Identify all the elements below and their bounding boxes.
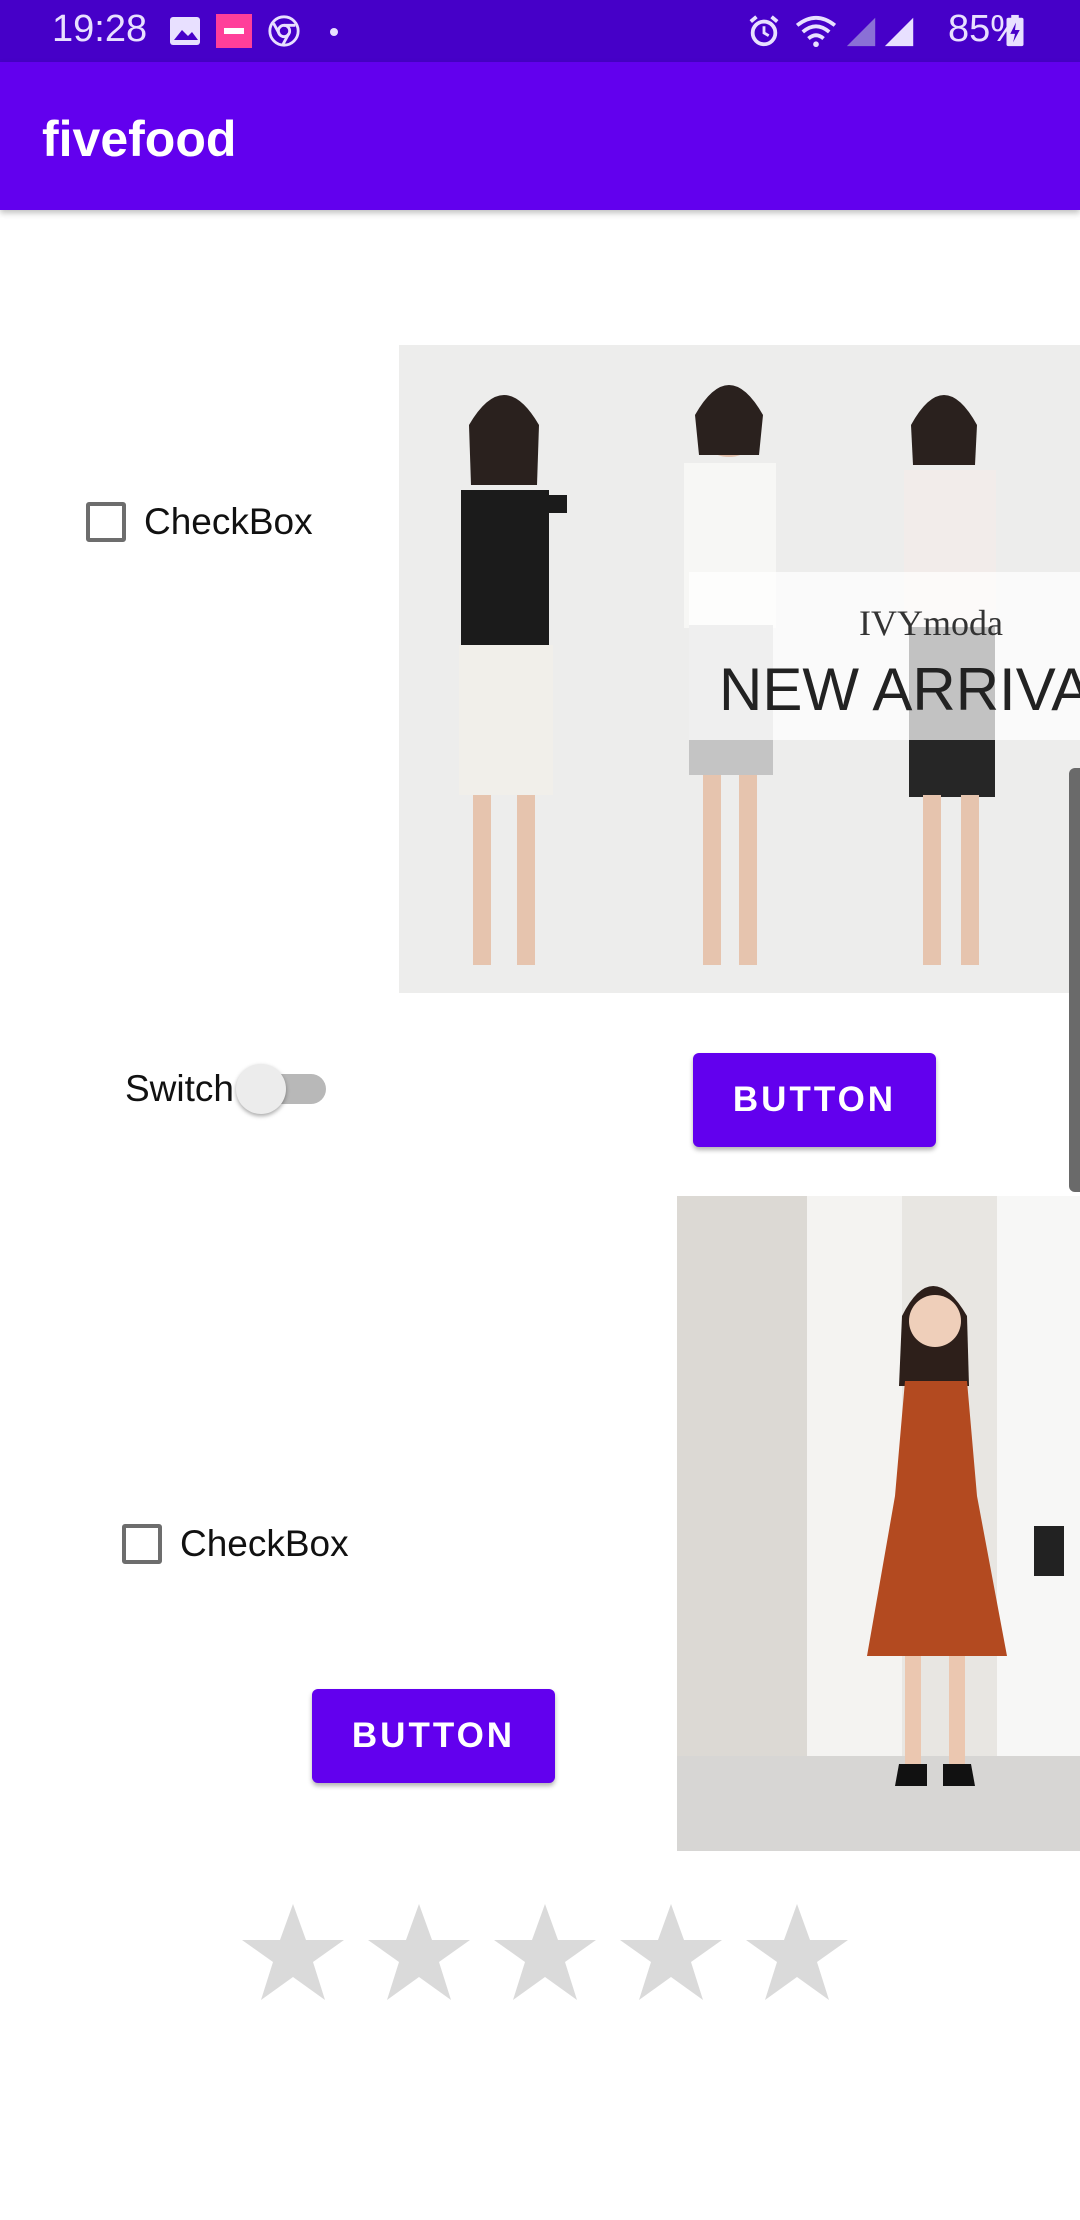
status-time: 19:28 [52, 8, 148, 50]
dot-icon [330, 28, 338, 36]
checkbox-label: CheckBox [144, 501, 313, 542]
banner-image: IVYmoda NEW ARRIVA [399, 345, 1080, 993]
checkbox-box[interactable] [122, 1524, 162, 1564]
chrome-icon [268, 15, 300, 47]
signal-icon [884, 17, 914, 47]
app-title: fivefood [42, 111, 237, 167]
star-icon[interactable] [734, 1898, 860, 2008]
app-notification-icon [216, 14, 252, 48]
wifi-icon [795, 15, 837, 48]
battery-charging-icon [1006, 14, 1024, 47]
banner-text: NEW ARRIVA [719, 656, 1080, 723]
star-icon[interactable] [608, 1898, 734, 2008]
app-bar: fivefood [0, 62, 1080, 210]
status-bar: 19:28 85% [0, 0, 1080, 62]
button-2[interactable]: BUTTON [312, 1689, 555, 1783]
switch-toggle[interactable]: Switch [125, 1064, 326, 1114]
image-icon [170, 17, 200, 45]
star-icon[interactable] [482, 1898, 608, 2008]
product-image [677, 1196, 1080, 1851]
star-icon[interactable] [230, 1898, 356, 2008]
star-icon[interactable] [356, 1898, 482, 2008]
rating-bar[interactable] [230, 1898, 860, 2008]
alarm-icon [749, 15, 779, 47]
checkbox-1[interactable]: CheckBox [86, 501, 313, 543]
switch-thumb[interactable] [235, 1064, 286, 1114]
checkbox-label: CheckBox [180, 1523, 349, 1564]
switch-label: Switch [125, 1068, 234, 1109]
checkbox-2[interactable]: CheckBox [122, 1523, 349, 1565]
signal-icon [846, 17, 876, 47]
switch-track[interactable] [235, 1064, 326, 1114]
scrollbar[interactable] [1069, 768, 1080, 1192]
checkbox-box[interactable] [86, 502, 126, 542]
button-1[interactable]: BUTTON [693, 1053, 936, 1147]
banner-brand: IVYmoda [859, 603, 1003, 643]
